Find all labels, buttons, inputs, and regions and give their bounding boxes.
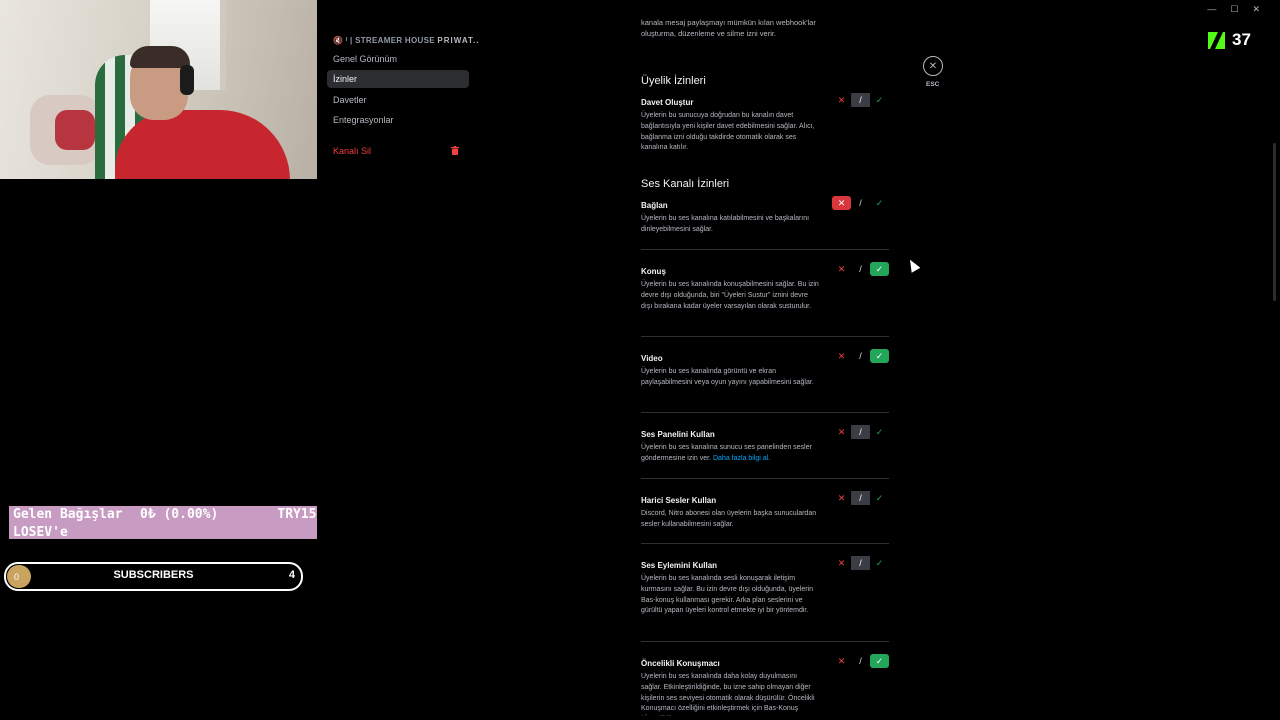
allow-button[interactable]: ✓: [870, 196, 889, 210]
kick-viewer-widget: 37: [1208, 30, 1251, 50]
permission-desc: Üyelerin bu ses kanalında konuşabilmesin…: [641, 281, 819, 310]
permission-desc: Üyelerin bu ses kanalına katılabilmesini…: [641, 215, 810, 233]
permission-desc: Üyelerin bu ses kanalına sunucu ses pane…: [641, 443, 819, 465]
section-title-voice: Ses Kanalı İzinleri: [641, 178, 730, 190]
neutral-button[interactable]: /: [851, 93, 870, 107]
scrollbar-thumb[interactable]: [1273, 143, 1276, 301]
permission-toggle: ✕ / ✓: [832, 262, 889, 276]
permission-desc: Üyelerin bu ses kanalında görüntü ve ekr…: [641, 368, 814, 386]
previous-permission-desc: kanala mesaj paylaşmayı mümkün kılan web…: [641, 18, 816, 38]
settings-sidebar: 🔇 ᴵ | STREAMER HOUSE PRIWAT... Genel Gör…: [317, 0, 482, 720]
deny-button[interactable]: ✕: [832, 93, 851, 107]
allow-button[interactable]: ✓: [870, 556, 889, 570]
donation-label: Gelen Bağışlar: [13, 507, 123, 522]
divider: [641, 412, 889, 413]
permission-toggle: ✕ / ✓: [832, 556, 889, 570]
sidebar-item-integrations[interactable]: Entegrasyonlar: [327, 111, 469, 129]
permission-toggle: ✕ / ✓: [832, 349, 889, 363]
deny-button[interactable]: ✕: [832, 491, 851, 505]
webcam-person-body: [115, 110, 290, 179]
permission-soundboard: Ses Panelini Kullan Üyelerin bu ses kana…: [641, 425, 889, 465]
neutral-button[interactable]: /: [851, 262, 870, 276]
divider: [641, 478, 889, 479]
permission-video: Video Üyelerin bu ses kanalında görüntü …: [641, 349, 889, 389]
kick-logo-icon: [1208, 31, 1225, 49]
close-button[interactable]: ✕: [923, 56, 943, 76]
channel-name: PRIWAT...: [437, 36, 483, 45]
trash-icon: [451, 146, 459, 155]
permissions-content: kanala mesaj paylaşmayı mümkün kılan web…: [479, 0, 1280, 720]
webcam-person-hair: [130, 46, 190, 68]
allow-button[interactable]: ✓: [870, 491, 889, 505]
divider: [641, 543, 889, 544]
divider: [641, 336, 889, 337]
neutral-button[interactable]: /: [851, 491, 870, 505]
permission-toggle: ✕ / ✓: [832, 425, 889, 439]
permission-desc: Discord, Nitro abonesi olan üyelerin baş…: [641, 510, 817, 528]
neutral-button[interactable]: /: [851, 196, 870, 210]
delete-channel-button[interactable]: Kanalı Sil: [327, 142, 469, 160]
deny-button[interactable]: ✕: [832, 556, 851, 570]
allow-button[interactable]: ✓: [870, 93, 889, 107]
permission-create-invite: Davet Oluştur Üyelerin bu sunucuya doğru…: [641, 93, 889, 154]
close-window-icon[interactable]: ✕: [1252, 4, 1260, 15]
minimize-icon[interactable]: —: [1207, 4, 1216, 15]
permission-connect: Bağlan Üyelerin bu ses kanalına katılabi…: [641, 196, 889, 236]
permission-toggle: ✕ / ✓: [832, 654, 889, 668]
deny-button[interactable]: ✕: [832, 654, 851, 668]
permission-external-sounds: Harici Sesler Kullan Discord, Nitro abon…: [641, 491, 889, 531]
sidebar-channel-header: 🔇 ᴵ | STREAMER HOUSE PRIWAT...: [333, 36, 483, 45]
neutral-button[interactable]: /: [851, 425, 870, 439]
permission-toggle: ✕ / ✓: [832, 491, 889, 505]
window-controls: — ☐ ✕: [1207, 4, 1260, 15]
divider: [641, 249, 889, 250]
allow-button[interactable]: ✓: [870, 262, 889, 276]
donation-target: LOSEV'e: [13, 525, 68, 540]
permission-desc: Üyelerin bu ses kanalında daha kolay duy…: [641, 673, 815, 713]
donation-goal-widget: Gelen Bağışlar 0₺ (0.00%) TRY15000 LOSEV…: [9, 506, 343, 540]
scrollbar-track[interactable]: [1270, 12, 1278, 712]
webcam-feed: [0, 0, 317, 179]
sidebar-item-permissions[interactable]: İzinler: [327, 70, 469, 88]
allow-button[interactable]: ✓: [870, 654, 889, 668]
allow-button[interactable]: ✓: [870, 425, 889, 439]
webcam-pillow-red: [55, 110, 95, 150]
close-icon: ✕: [928, 60, 938, 72]
permission-speak: Konuş Üyelerin bu ses kanalında konuşabi…: [641, 262, 889, 312]
permission-toggle: ✕ / ✓: [832, 196, 889, 210]
headset-icon: [180, 65, 194, 95]
viewer-count: 37: [1232, 30, 1251, 49]
permission-desc: Üyelerin bu sunucuya doğrudan bu kanalın…: [641, 112, 815, 152]
esc-label: ESC: [926, 81, 940, 88]
permission-desc: Üyelerin bu ses kanalında sesli konuşara…: [641, 575, 813, 615]
permission-voice-activity: Ses Eylemini Kullan Üyelerin bu ses kana…: [641, 556, 889, 617]
permission-priority-speaker: Öncelikli Konuşmacı Üyelerin bu ses kana…: [641, 654, 889, 716]
channel-prefix: 🔇 ᴵ | STREAMER HOUSE: [333, 36, 435, 45]
delete-channel-label: Kanalı Sil: [333, 146, 372, 156]
deny-button[interactable]: ✕: [832, 262, 851, 276]
sidebar-item-overview[interactable]: Genel Görünüm: [327, 50, 469, 68]
subscriber-goal-widget: 0 SUBSCRIBERS 4: [4, 562, 303, 591]
subscriber-label: SUBSCRIBERS: [113, 569, 194, 581]
sidebar-item-invites[interactable]: Davetler: [327, 91, 469, 109]
subscriber-goal: 4: [288, 569, 295, 581]
section-title-membership: Üyelik İzinleri: [641, 75, 706, 87]
learn-more-link[interactable]: Daha fazla bilgi al.: [713, 455, 770, 462]
deny-button[interactable]: ✕: [832, 349, 851, 363]
divider: [641, 641, 889, 642]
deny-button[interactable]: ✕: [832, 425, 851, 439]
neutral-button[interactable]: /: [851, 349, 870, 363]
donation-amount: 0₺ (0.00%): [140, 507, 219, 522]
allow-button[interactable]: ✓: [870, 349, 889, 363]
permission-toggle: ✕ / ✓: [832, 93, 889, 107]
maximize-icon[interactable]: ☐: [1230, 4, 1238, 15]
neutral-button[interactable]: /: [851, 654, 870, 668]
neutral-button[interactable]: /: [851, 556, 870, 570]
deny-button[interactable]: ✕: [832, 196, 851, 210]
